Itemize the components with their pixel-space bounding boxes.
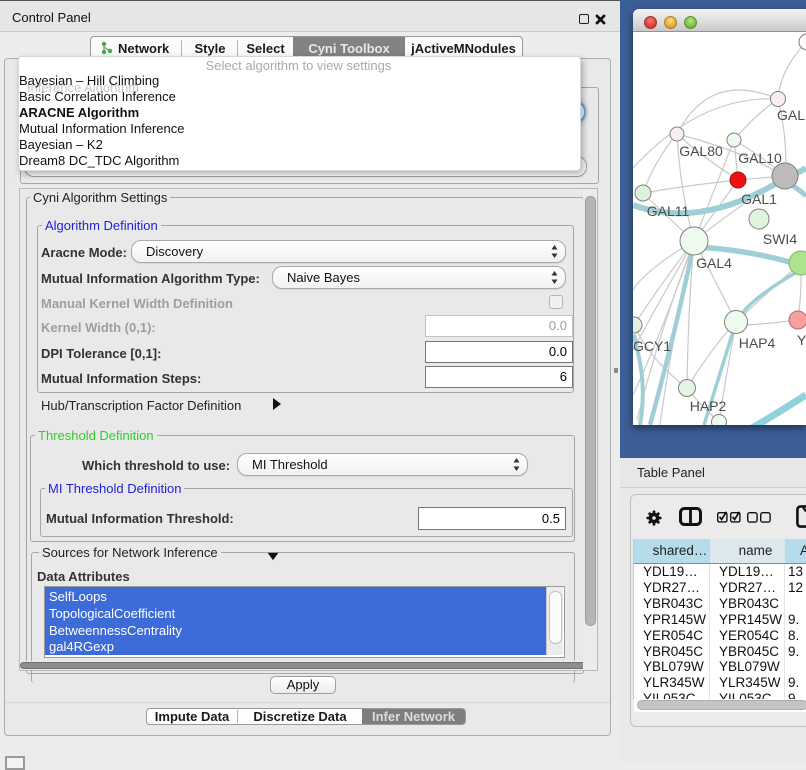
svg-text:GAL80: GAL80 [679, 143, 723, 159]
svg-text:GAL1: GAL1 [741, 191, 777, 207]
svg-text:HAP2: HAP2 [690, 398, 727, 414]
svg-text:GAL4: GAL4 [696, 255, 732, 271]
svg-text:HAP4: HAP4 [739, 335, 776, 351]
svg-text:GAL11: GAL11 [647, 203, 690, 219]
svg-text:GCY1: GCY1 [633, 338, 671, 354]
svg-text:GAL10: GAL10 [738, 150, 782, 166]
svg-text:SWI4: SWI4 [763, 231, 797, 247]
svg-text:Y: Y [797, 332, 806, 348]
svg-text:GAL: GAL [777, 107, 805, 123]
